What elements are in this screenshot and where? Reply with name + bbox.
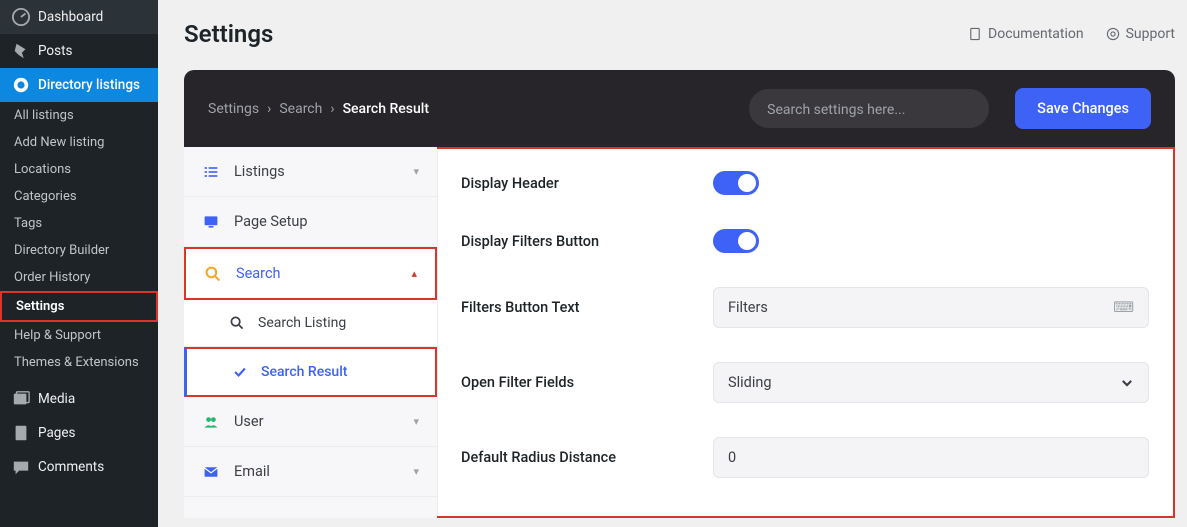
- media-icon: [12, 390, 30, 408]
- select-value: Sliding: [728, 374, 772, 391]
- pin-icon: [12, 42, 30, 60]
- directory-icon: [12, 76, 30, 94]
- submenu-settings[interactable]: Settings: [0, 291, 158, 322]
- menu-label: Dashboard: [38, 9, 103, 25]
- documentation-link[interactable]: Documentation: [968, 26, 1084, 42]
- submenu-add-new[interactable]: Add New listing: [0, 129, 158, 156]
- submenu-tags[interactable]: Tags: [0, 210, 158, 237]
- menu-dashboard[interactable]: Dashboard: [0, 0, 158, 34]
- section-page-setup[interactable]: Page Setup: [184, 197, 437, 247]
- input-default-radius[interactable]: [713, 437, 1149, 478]
- section-sub-search-result[interactable]: Search Result: [184, 347, 437, 397]
- input-suffix-icon: ⌨: [1113, 299, 1134, 316]
- submenu-categories[interactable]: Categories: [0, 183, 158, 210]
- header-links: Documentation Support: [968, 26, 1175, 42]
- section-label: Page Setup: [234, 213, 308, 230]
- section-label: Listings: [234, 163, 285, 180]
- crumb-mid[interactable]: Search: [279, 101, 322, 117]
- crumb-leaf: Search Result: [343, 101, 429, 117]
- field-label: Display Filters Button: [461, 233, 713, 250]
- section-listings[interactable]: Listings ▾: [184, 147, 437, 197]
- field-label: Filters Button Text: [461, 299, 713, 316]
- menu-label: Pages: [38, 425, 76, 441]
- settings-search[interactable]: [749, 89, 989, 128]
- topbar-right: Save Changes: [749, 88, 1151, 129]
- section-user[interactable]: User ▾: [184, 397, 437, 447]
- breadcrumb: Settings › Search › Search Result: [208, 101, 429, 117]
- section-label: Email: [234, 463, 270, 480]
- toggle-display-header[interactable]: [713, 171, 759, 195]
- submenu-all-listings[interactable]: All listings: [0, 102, 158, 129]
- search-icon: [228, 316, 246, 330]
- support-icon: [1106, 27, 1120, 41]
- settings-topbar: Settings › Search › Search Result Save C…: [184, 70, 1175, 147]
- field-label: Default Radius Distance: [461, 449, 713, 466]
- check-icon: [231, 365, 249, 379]
- chevron-right-icon: ›: [330, 101, 334, 117]
- page-header: Settings Documentation Support: [184, 20, 1175, 48]
- chevron-up-icon: ▴: [411, 267, 417, 280]
- submenu-help[interactable]: Help & Support: [0, 322, 158, 349]
- main-content: Settings Documentation Support Settings …: [158, 0, 1187, 527]
- section-search[interactable]: Search ▴: [184, 247, 437, 300]
- select-open-filter-fields[interactable]: Sliding: [713, 362, 1149, 403]
- section-label: Search Listing: [258, 315, 346, 331]
- link-label: Documentation: [988, 26, 1084, 42]
- menu-pages[interactable]: Pages: [0, 416, 158, 450]
- menu-comments[interactable]: Comments: [0, 450, 158, 484]
- section-label: Search: [236, 265, 281, 282]
- row-open-filter-fields: Open Filter Fields Sliding: [461, 362, 1149, 403]
- section-label: User: [234, 413, 264, 430]
- field-label: Display Header: [461, 175, 713, 192]
- settings-sections: Listings ▾ Page Setup Search ▴ Search: [184, 147, 438, 518]
- crumb-root[interactable]: Settings: [208, 101, 259, 117]
- submenu-order-history[interactable]: Order History: [0, 264, 158, 291]
- document-icon: [968, 27, 982, 41]
- search-input[interactable]: [767, 102, 971, 118]
- save-button[interactable]: Save Changes: [1015, 88, 1151, 129]
- chevron-down-icon: [1120, 376, 1134, 390]
- dashboard-icon: [12, 8, 30, 26]
- section-email[interactable]: Email ▾: [184, 447, 437, 497]
- input-filters-text[interactable]: ⌨: [713, 287, 1149, 328]
- menu-posts[interactable]: Posts: [0, 34, 158, 68]
- submenu-builder[interactable]: Directory Builder: [0, 237, 158, 264]
- pages-icon: [12, 424, 30, 442]
- row-default-radius: Default Radius Distance: [461, 437, 1149, 478]
- field-label: Open Filter Fields: [461, 374, 713, 391]
- settings-body: Listings ▾ Page Setup Search ▴ Search: [184, 147, 1175, 518]
- menu-directory[interactable]: Directory listings: [0, 68, 158, 102]
- search-icon: [204, 266, 222, 282]
- support-link[interactable]: Support: [1106, 26, 1175, 42]
- row-filters-button-text: Filters Button Text ⌨: [461, 287, 1149, 328]
- menu-media[interactable]: Media: [0, 382, 158, 416]
- submenu-locations[interactable]: Locations: [0, 156, 158, 183]
- menu-label: Posts: [38, 43, 72, 59]
- monitor-icon: [202, 214, 220, 230]
- users-icon: [202, 414, 220, 430]
- menu-label: Comments: [38, 459, 104, 475]
- section-label: Search Result: [261, 364, 347, 380]
- chevron-down-icon: ▾: [413, 165, 419, 178]
- row-display-header: Display Header: [461, 171, 1149, 195]
- wp-admin-sidebar: Dashboard Posts Directory listings All l…: [0, 0, 158, 527]
- menu-label: Media: [38, 391, 75, 407]
- chevron-right-icon: ›: [267, 101, 271, 117]
- menu-label: Directory listings: [38, 77, 140, 93]
- comments-icon: [12, 458, 30, 476]
- list-icon: [202, 164, 220, 180]
- text-field[interactable]: [728, 299, 1113, 316]
- row-display-filters-button: Display Filters Button: [461, 229, 1149, 253]
- page-title: Settings: [184, 20, 273, 48]
- form-panel: Display Header Display Filters Button Fi…: [437, 147, 1175, 518]
- envelope-icon: [202, 464, 220, 480]
- section-sub-search-listing[interactable]: Search Listing: [184, 300, 437, 347]
- chevron-down-icon: ▾: [413, 465, 419, 478]
- chevron-down-icon: ▾: [413, 415, 419, 428]
- link-label: Support: [1126, 26, 1175, 42]
- number-field[interactable]: [728, 449, 1134, 466]
- submenu-themes[interactable]: Themes & Extensions: [0, 349, 158, 376]
- toggle-display-filters[interactable]: [713, 229, 759, 253]
